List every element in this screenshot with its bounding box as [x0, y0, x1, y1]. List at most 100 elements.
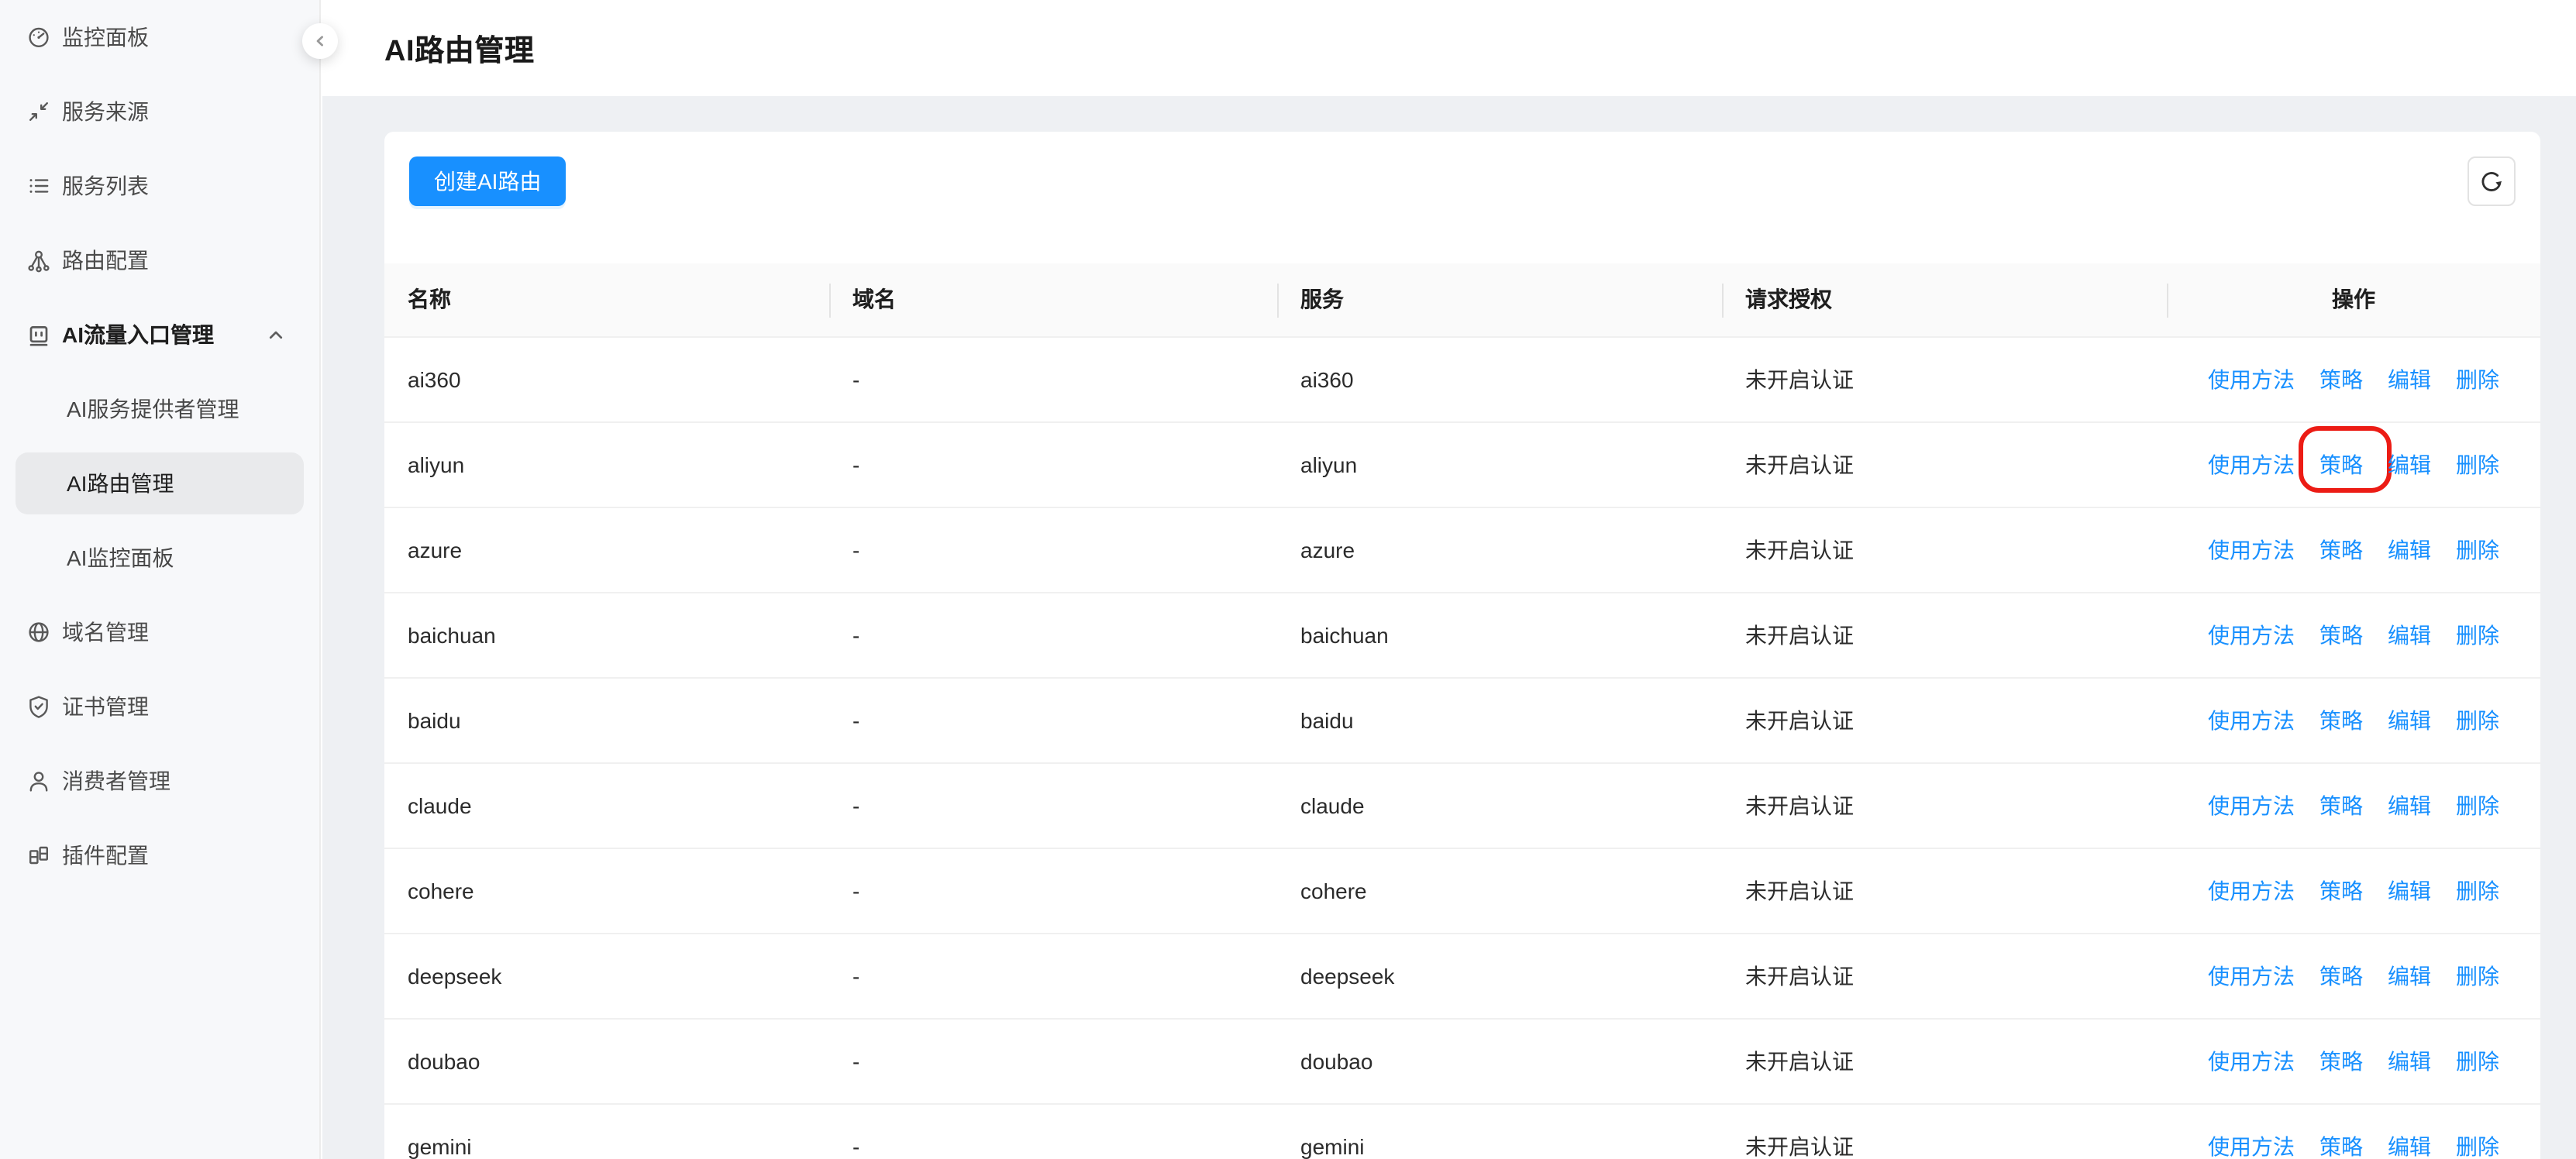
action-link-policy[interactable]: 策略: [2319, 878, 2363, 903]
cell-domain: -: [829, 933, 1277, 1018]
toolbar: 创建AI路由: [409, 156, 2516, 206]
cell-service: deepseek: [1277, 933, 1722, 1018]
action-link-delete[interactable]: 删除: [2456, 452, 2499, 476]
table-row: claude - claude 未开启认证 使用方法策略编辑删除: [384, 762, 2540, 848]
action-link-usage-method[interactable]: 使用方法: [2208, 622, 2295, 647]
action-link-policy[interactable]: 策略: [2319, 707, 2363, 732]
action-link-delete[interactable]: 删除: [2456, 366, 2499, 391]
action-link-policy[interactable]: 策略: [2319, 622, 2363, 647]
cell-name: cohere: [384, 848, 829, 933]
action-link-usage-method[interactable]: 使用方法: [2208, 1133, 2295, 1158]
action-link-edit[interactable]: 编辑: [2388, 793, 2431, 817]
cell-service: ai360: [1277, 336, 1722, 421]
sidebar-item-label: 路由配置: [62, 245, 149, 276]
sidebar-item-ai-route-mgmt[interactable]: AI路由管理: [15, 452, 304, 514]
action-link-usage-method[interactable]: 使用方法: [2208, 878, 2295, 903]
action-link-delete[interactable]: 删除: [2456, 707, 2499, 732]
action-link-delete[interactable]: 删除: [2456, 622, 2499, 647]
action-link-edit[interactable]: 编辑: [2388, 1048, 2431, 1073]
user-icon: [26, 769, 51, 793]
table-row: ai360 - ai360 未开启认证 使用方法策略编辑删除: [384, 336, 2540, 421]
action-link-policy[interactable]: 策略: [2319, 1133, 2363, 1158]
action-link-usage-method[interactable]: 使用方法: [2208, 793, 2295, 817]
cell-actions: 使用方法策略 编辑 删除: [2167, 762, 2540, 848]
cell-actions: 使用方法策略编辑删除: [2167, 592, 2540, 677]
sidebar-collapse-button[interactable]: [302, 23, 338, 59]
column-header-domain: 域名: [829, 263, 1277, 336]
action-link-policy[interactable]: 策略: [2319, 1048, 2363, 1073]
sidebar-item-ai-monitor[interactable]: AI监控面板: [0, 521, 319, 595]
action-link-policy[interactable]: 策略: [2319, 366, 2363, 391]
sidebar-item-ai-traffic[interactable]: AI流量入口管理: [0, 297, 319, 372]
routes-card: 创建AI路由 名称 域名: [384, 132, 2540, 1159]
table-body: ai360 - ai360 未开启认证 使用方法策略编辑删除 aliyun - …: [384, 336, 2540, 1159]
sidebar-item-consumer-mgmt[interactable]: 消费者管理: [0, 744, 319, 818]
table-row: azure - azure 未开启认证 使用方法策略编辑删除: [384, 507, 2540, 592]
sidebar-item-ai-provider-mgmt[interactable]: AI服务提供者管理: [0, 372, 319, 446]
action-link-usage-method[interactable]: 使用方法: [2208, 963, 2295, 988]
action-link-delete[interactable]: 删除: [2456, 1048, 2499, 1073]
sidebar-menu: 监控面板 服务来源 服务列表 路由配置: [0, 0, 319, 892]
action-link-edit[interactable]: 编辑: [2388, 452, 2431, 476]
cell-domain: -: [829, 677, 1277, 762]
sidebar-item-label: 插件配置: [62, 840, 149, 871]
cell-actions: 使用方法策略编辑删除: [2167, 336, 2540, 421]
cell-name: baidu: [384, 677, 829, 762]
action-link-edit[interactable]: 编辑: [2388, 366, 2431, 391]
sidebar-item-cert-mgmt[interactable]: 证书管理: [0, 669, 319, 744]
cell-name: ai360: [384, 336, 829, 421]
action-link-policy[interactable]: 策略: [2319, 793, 2363, 817]
action-link-usage-method[interactable]: 使用方法: [2208, 366, 2295, 391]
action-link-usage-method[interactable]: 使用方法: [2208, 1048, 2295, 1073]
certificate-icon: [26, 694, 51, 719]
sidebar-item-service-source[interactable]: 服务来源: [0, 74, 319, 149]
action-link-edit[interactable]: 编辑: [2388, 537, 2431, 562]
cell-service: aliyun: [1277, 421, 1722, 507]
main-area: AI路由管理 创建AI路由: [322, 0, 2576, 1159]
page-title: AI路由管理: [384, 27, 535, 69]
cell-domain: -: [829, 507, 1277, 592]
action-link-edit[interactable]: 编辑: [2388, 963, 2431, 988]
action-link-delete[interactable]: 删除: [2456, 1133, 2499, 1158]
action-link-edit[interactable]: 编辑: [2388, 707, 2431, 732]
sidebar-item-dashboard[interactable]: 监控面板: [0, 0, 319, 74]
table-row: gemini - gemini 未开启认证 使用方法策略编辑删除: [384, 1103, 2540, 1159]
action-link-policy[interactable]: 策略: [2319, 452, 2363, 476]
action-link-usage-method[interactable]: 使用方法: [2208, 537, 2295, 562]
sidebar-item-service-list[interactable]: 服务列表: [0, 149, 319, 223]
page-header: AI路由管理: [322, 0, 2576, 96]
create-ai-route-button[interactable]: 创建AI路由: [409, 156, 566, 206]
cell-auth: 未开启认证: [1722, 1018, 2167, 1103]
cell-auth: 未开启认证: [1722, 507, 2167, 592]
cell-name: gemini: [384, 1103, 829, 1159]
action-link-edit[interactable]: 编辑: [2388, 1133, 2431, 1158]
action-link-delete[interactable]: 删除: [2456, 537, 2499, 562]
column-header-service: 服务: [1277, 263, 1722, 336]
sidebar-item-label: 消费者管理: [62, 765, 170, 796]
action-link-delete[interactable]: 删除: [2456, 878, 2499, 903]
globe-icon: [26, 620, 51, 645]
column-header-actions: 操作: [2167, 263, 2540, 336]
cell-name: claude: [384, 762, 829, 848]
sidebar-item-route-config[interactable]: 路由配置: [0, 223, 319, 297]
sidebar-item-plugin-config[interactable]: 插件配置: [0, 818, 319, 892]
table-row: baichuan - baichuan 未开启认证 使用方法策略编辑删除: [384, 592, 2540, 677]
sidebar-item-domain-mgmt[interactable]: 域名管理: [0, 595, 319, 669]
action-link-usage-method[interactable]: 使用方法: [2208, 452, 2295, 476]
sidebar-item-label: 监控面板: [62, 22, 149, 53]
action-link-delete[interactable]: 删除: [2456, 793, 2499, 817]
action-link-policy[interactable]: 策略: [2319, 963, 2363, 988]
action-link-edit[interactable]: 编辑: [2388, 622, 2431, 647]
action-link-edit[interactable]: 编辑: [2388, 878, 2431, 903]
cell-auth: 未开启认证: [1722, 592, 2167, 677]
refresh-button[interactable]: [2468, 156, 2516, 206]
table-row: deepseek - deepseek 未开启认证 使用方法策略编辑删除: [384, 933, 2540, 1018]
action-link-delete[interactable]: 删除: [2456, 963, 2499, 988]
robot-icon: [26, 322, 51, 347]
action-link-policy[interactable]: 策略: [2319, 537, 2363, 562]
cell-actions: 使用方法策略编辑删除: [2167, 677, 2540, 762]
table-row: doubao - doubao 未开启认证 使用方法策略编辑删除: [384, 1018, 2540, 1103]
action-link-usage-method[interactable]: 使用方法: [2208, 707, 2295, 732]
cell-domain: -: [829, 1103, 1277, 1159]
sidebar-item-label: AI服务提供者管理: [67, 394, 239, 425]
